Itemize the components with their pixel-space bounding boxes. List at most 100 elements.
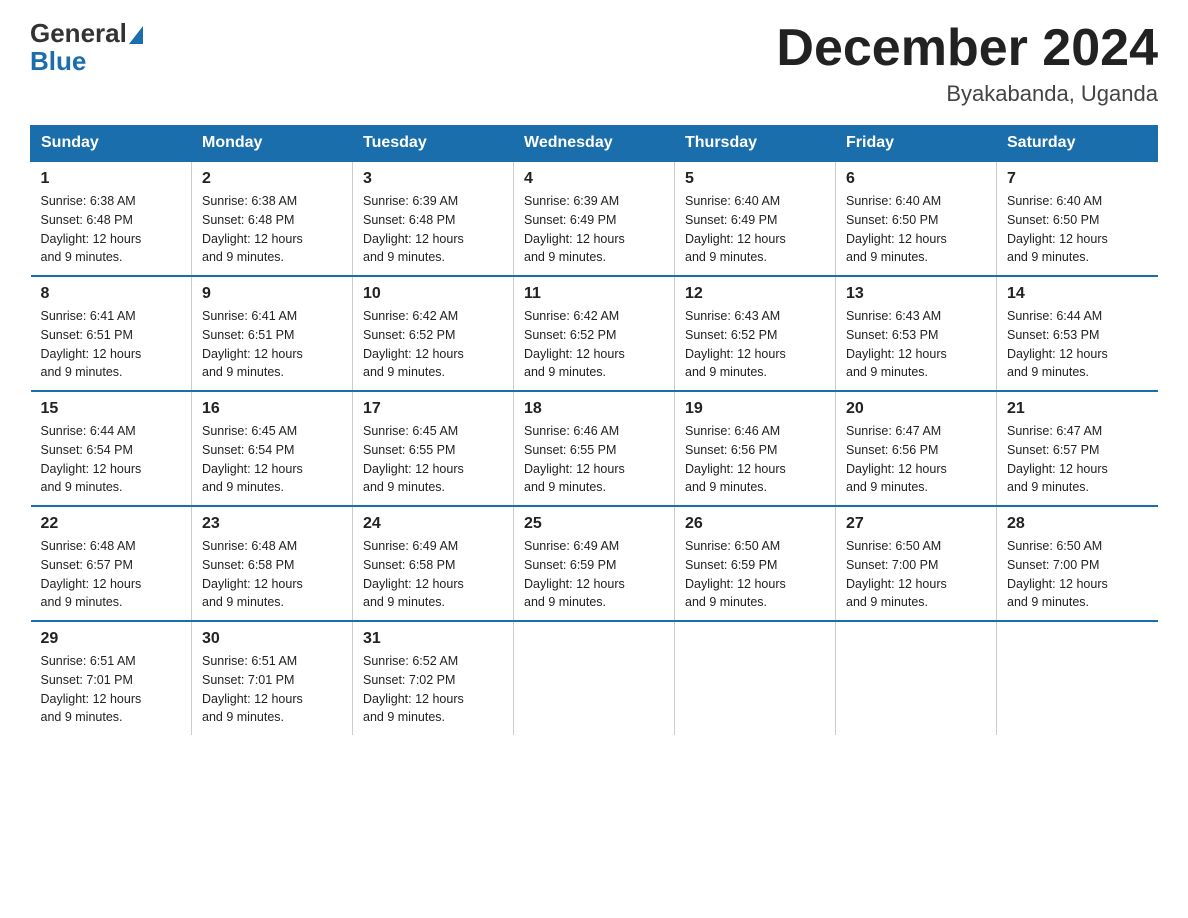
day-number: 11 [524, 285, 664, 303]
calendar-week-row: 15 Sunrise: 6:44 AM Sunset: 6:54 PM Dayl… [31, 391, 1158, 506]
day-info: Sunrise: 6:49 AM Sunset: 6:58 PM Dayligh… [363, 537, 503, 612]
day-number: 22 [41, 515, 182, 533]
day-number: 10 [363, 285, 503, 303]
logo: General Blue [30, 20, 145, 77]
calendar-cell: 7 Sunrise: 6:40 AM Sunset: 6:50 PM Dayli… [997, 161, 1158, 276]
day-info: Sunrise: 6:47 AM Sunset: 6:57 PM Dayligh… [1007, 422, 1148, 497]
day-info: Sunrise: 6:38 AM Sunset: 6:48 PM Dayligh… [202, 192, 342, 267]
month-title: December 2024 [776, 20, 1158, 77]
day-number: 29 [41, 630, 182, 648]
calendar-cell: 11 Sunrise: 6:42 AM Sunset: 6:52 PM Dayl… [514, 276, 675, 391]
day-info: Sunrise: 6:45 AM Sunset: 6:54 PM Dayligh… [202, 422, 342, 497]
calendar-week-row: 29 Sunrise: 6:51 AM Sunset: 7:01 PM Dayl… [31, 621, 1158, 735]
day-number: 25 [524, 515, 664, 533]
day-number: 12 [685, 285, 825, 303]
calendar-cell: 13 Sunrise: 6:43 AM Sunset: 6:53 PM Dayl… [836, 276, 997, 391]
day-number: 31 [363, 630, 503, 648]
day-info: Sunrise: 6:39 AM Sunset: 6:48 PM Dayligh… [363, 192, 503, 267]
calendar-week-row: 22 Sunrise: 6:48 AM Sunset: 6:57 PM Dayl… [31, 506, 1158, 621]
calendar-cell: 19 Sunrise: 6:46 AM Sunset: 6:56 PM Dayl… [675, 391, 836, 506]
day-info: Sunrise: 6:42 AM Sunset: 6:52 PM Dayligh… [363, 307, 503, 382]
day-info: Sunrise: 6:40 AM Sunset: 6:49 PM Dayligh… [685, 192, 825, 267]
day-info: Sunrise: 6:45 AM Sunset: 6:55 PM Dayligh… [363, 422, 503, 497]
calendar-cell: 17 Sunrise: 6:45 AM Sunset: 6:55 PM Dayl… [353, 391, 514, 506]
day-info: Sunrise: 6:51 AM Sunset: 7:01 PM Dayligh… [202, 652, 342, 727]
day-info: Sunrise: 6:48 AM Sunset: 6:57 PM Dayligh… [41, 537, 182, 612]
day-info: Sunrise: 6:42 AM Sunset: 6:52 PM Dayligh… [524, 307, 664, 382]
day-number: 17 [363, 400, 503, 418]
calendar-cell: 24 Sunrise: 6:49 AM Sunset: 6:58 PM Dayl… [353, 506, 514, 621]
day-number: 3 [363, 170, 503, 188]
day-info: Sunrise: 6:46 AM Sunset: 6:55 PM Dayligh… [524, 422, 664, 497]
day-number: 1 [41, 170, 182, 188]
calendar-cell [514, 621, 675, 735]
day-number: 15 [41, 400, 182, 418]
calendar-cell [997, 621, 1158, 735]
location-label: Byakabanda, Uganda [776, 81, 1158, 107]
calendar-table: SundayMondayTuesdayWednesdayThursdayFrid… [30, 125, 1158, 735]
day-number: 16 [202, 400, 342, 418]
day-info: Sunrise: 6:41 AM Sunset: 6:51 PM Dayligh… [202, 307, 342, 382]
day-info: Sunrise: 6:47 AM Sunset: 6:56 PM Dayligh… [846, 422, 986, 497]
column-header-thursday: Thursday [675, 126, 836, 162]
day-number: 28 [1007, 515, 1148, 533]
logo-blue-text: Blue [30, 46, 86, 76]
calendar-cell: 15 Sunrise: 6:44 AM Sunset: 6:54 PM Dayl… [31, 391, 192, 506]
calendar-cell [836, 621, 997, 735]
calendar-cell: 20 Sunrise: 6:47 AM Sunset: 6:56 PM Dayl… [836, 391, 997, 506]
calendar-cell: 8 Sunrise: 6:41 AM Sunset: 6:51 PM Dayli… [31, 276, 192, 391]
calendar-cell: 23 Sunrise: 6:48 AM Sunset: 6:58 PM Dayl… [192, 506, 353, 621]
day-number: 5 [685, 170, 825, 188]
day-number: 6 [846, 170, 986, 188]
calendar-cell: 6 Sunrise: 6:40 AM Sunset: 6:50 PM Dayli… [836, 161, 997, 276]
day-info: Sunrise: 6:44 AM Sunset: 6:54 PM Dayligh… [41, 422, 182, 497]
calendar-cell: 25 Sunrise: 6:49 AM Sunset: 6:59 PM Dayl… [514, 506, 675, 621]
day-number: 4 [524, 170, 664, 188]
column-header-wednesday: Wednesday [514, 126, 675, 162]
logo-triangle-icon [129, 26, 143, 44]
calendar-header-row: SundayMondayTuesdayWednesdayThursdayFrid… [31, 126, 1158, 162]
day-number: 19 [685, 400, 825, 418]
day-info: Sunrise: 6:43 AM Sunset: 6:52 PM Dayligh… [685, 307, 825, 382]
day-number: 13 [846, 285, 986, 303]
day-info: Sunrise: 6:50 AM Sunset: 7:00 PM Dayligh… [846, 537, 986, 612]
column-header-friday: Friday [836, 126, 997, 162]
title-section: December 2024 Byakabanda, Uganda [776, 20, 1158, 107]
calendar-cell: 10 Sunrise: 6:42 AM Sunset: 6:52 PM Dayl… [353, 276, 514, 391]
day-number: 9 [202, 285, 342, 303]
day-info: Sunrise: 6:40 AM Sunset: 6:50 PM Dayligh… [846, 192, 986, 267]
calendar-cell: 22 Sunrise: 6:48 AM Sunset: 6:57 PM Dayl… [31, 506, 192, 621]
calendar-cell: 28 Sunrise: 6:50 AM Sunset: 7:00 PM Dayl… [997, 506, 1158, 621]
calendar-cell: 31 Sunrise: 6:52 AM Sunset: 7:02 PM Dayl… [353, 621, 514, 735]
day-number: 14 [1007, 285, 1148, 303]
day-number: 20 [846, 400, 986, 418]
column-header-tuesday: Tuesday [353, 126, 514, 162]
column-header-sunday: Sunday [31, 126, 192, 162]
column-header-monday: Monday [192, 126, 353, 162]
calendar-cell: 3 Sunrise: 6:39 AM Sunset: 6:48 PM Dayli… [353, 161, 514, 276]
day-info: Sunrise: 6:46 AM Sunset: 6:56 PM Dayligh… [685, 422, 825, 497]
day-info: Sunrise: 6:43 AM Sunset: 6:53 PM Dayligh… [846, 307, 986, 382]
calendar-cell: 12 Sunrise: 6:43 AM Sunset: 6:52 PM Dayl… [675, 276, 836, 391]
day-number: 27 [846, 515, 986, 533]
day-info: Sunrise: 6:40 AM Sunset: 6:50 PM Dayligh… [1007, 192, 1148, 267]
day-number: 8 [41, 285, 182, 303]
calendar-cell: 29 Sunrise: 6:51 AM Sunset: 7:01 PM Dayl… [31, 621, 192, 735]
calendar-cell: 4 Sunrise: 6:39 AM Sunset: 6:49 PM Dayli… [514, 161, 675, 276]
day-info: Sunrise: 6:49 AM Sunset: 6:59 PM Dayligh… [524, 537, 664, 612]
day-info: Sunrise: 6:44 AM Sunset: 6:53 PM Dayligh… [1007, 307, 1148, 382]
calendar-cell: 16 Sunrise: 6:45 AM Sunset: 6:54 PM Dayl… [192, 391, 353, 506]
calendar-cell: 1 Sunrise: 6:38 AM Sunset: 6:48 PM Dayli… [31, 161, 192, 276]
day-info: Sunrise: 6:50 AM Sunset: 7:00 PM Dayligh… [1007, 537, 1148, 612]
column-header-saturday: Saturday [997, 126, 1158, 162]
day-info: Sunrise: 6:41 AM Sunset: 6:51 PM Dayligh… [41, 307, 182, 382]
calendar-cell: 9 Sunrise: 6:41 AM Sunset: 6:51 PM Dayli… [192, 276, 353, 391]
calendar-cell: 14 Sunrise: 6:44 AM Sunset: 6:53 PM Dayl… [997, 276, 1158, 391]
day-number: 2 [202, 170, 342, 188]
day-info: Sunrise: 6:48 AM Sunset: 6:58 PM Dayligh… [202, 537, 342, 612]
calendar-cell: 18 Sunrise: 6:46 AM Sunset: 6:55 PM Dayl… [514, 391, 675, 506]
page-header: General Blue December 2024 Byakabanda, U… [30, 20, 1158, 107]
calendar-week-row: 1 Sunrise: 6:38 AM Sunset: 6:48 PM Dayli… [31, 161, 1158, 276]
day-number: 18 [524, 400, 664, 418]
day-number: 26 [685, 515, 825, 533]
